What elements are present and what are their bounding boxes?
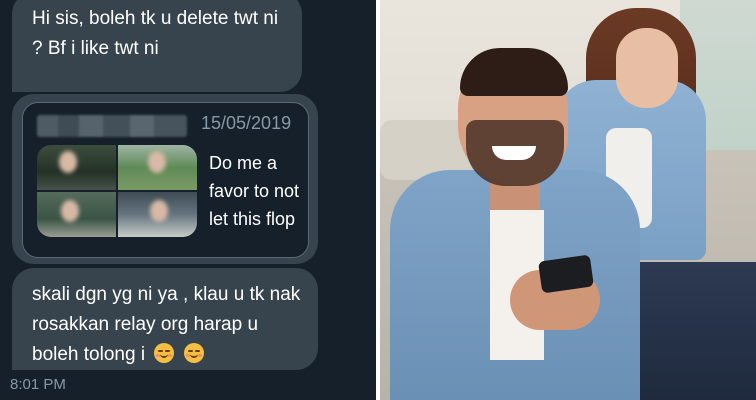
stock-photo	[380, 0, 756, 400]
media-thumbnail[interactable]	[37, 145, 116, 190]
smiling-face-icon	[154, 343, 175, 363]
media-thumbnail[interactable]	[118, 192, 197, 237]
media-thumbnail[interactable]	[118, 145, 197, 190]
message-text: Hi sis, boleh tk u delete twt ni ? Bf i …	[32, 8, 279, 59]
message-timestamp: 8:01 PM	[10, 376, 66, 393]
blurred-username	[37, 115, 187, 137]
quoted-tweet-media[interactable]	[37, 145, 197, 237]
quoted-tweet-card[interactable]: 15/05/2019 Do me a favor to not let this…	[22, 102, 309, 258]
smiling-face-icon	[183, 343, 204, 363]
message-bubble: skali dgn yg ni ya , klau u tk nak rosak…	[12, 268, 318, 370]
message-bubble: Hi sis, boleh tk u delete twt ni ? Bf i …	[12, 0, 302, 92]
woman-face	[616, 28, 678, 108]
chat-screenshot: Hi sis, boleh tk u delete twt ni ? Bf i …	[0, 0, 376, 400]
man-hair	[460, 48, 568, 96]
quoted-tweet-bubble[interactable]: 15/05/2019 Do me a favor to not let this…	[12, 94, 318, 264]
quoted-tweet-text: Do me a favor to not let this flop	[209, 153, 300, 229]
quoted-tweet-date: 15/05/2019	[201, 113, 292, 133]
media-thumbnail[interactable]	[37, 192, 116, 237]
